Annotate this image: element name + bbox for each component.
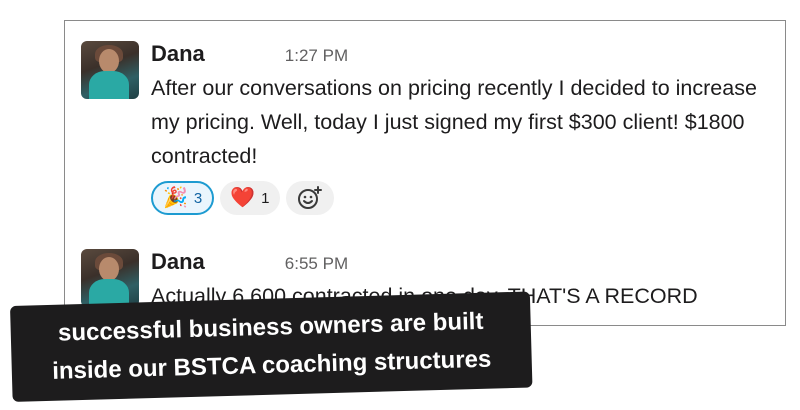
timestamp[interactable]: 1:27 PM <box>285 46 348 66</box>
avatar[interactable] <box>81 41 139 99</box>
message-header: Dana 1:27 PM <box>151 41 781 69</box>
reaction-party[interactable]: 🎉 3 <box>151 181 215 215</box>
message-card: Dana 1:27 PM After our conversations on … <box>64 20 786 326</box>
party-popper-icon: 🎉 <box>163 187 188 209</box>
reaction-count: 3 <box>193 189 203 207</box>
author-name[interactable]: Dana <box>151 249 205 275</box>
avatar[interactable] <box>81 249 139 307</box>
reactions-bar: 🎉 3 ❤️ 1 <box>151 181 781 215</box>
add-reaction-button[interactable] <box>285 181 334 215</box>
add-reaction-icon <box>297 186 322 209</box>
heart-icon: ❤️ <box>230 187 256 209</box>
message-content: Dana 1:27 PM After our conversations on … <box>151 41 781 215</box>
reaction-heart[interactable]: ❤️ 1 <box>220 181 280 215</box>
promo-banner: successful business owners are built ins… <box>10 291 533 402</box>
reaction-count: 1 <box>261 189 270 207</box>
message-text: After our conversations on pricing recen… <box>151 76 763 168</box>
message-header: Dana 6:55 PM <box>151 249 781 277</box>
timestamp[interactable]: 6:55 PM <box>285 254 348 274</box>
author-name[interactable]: Dana <box>151 41 205 67</box>
